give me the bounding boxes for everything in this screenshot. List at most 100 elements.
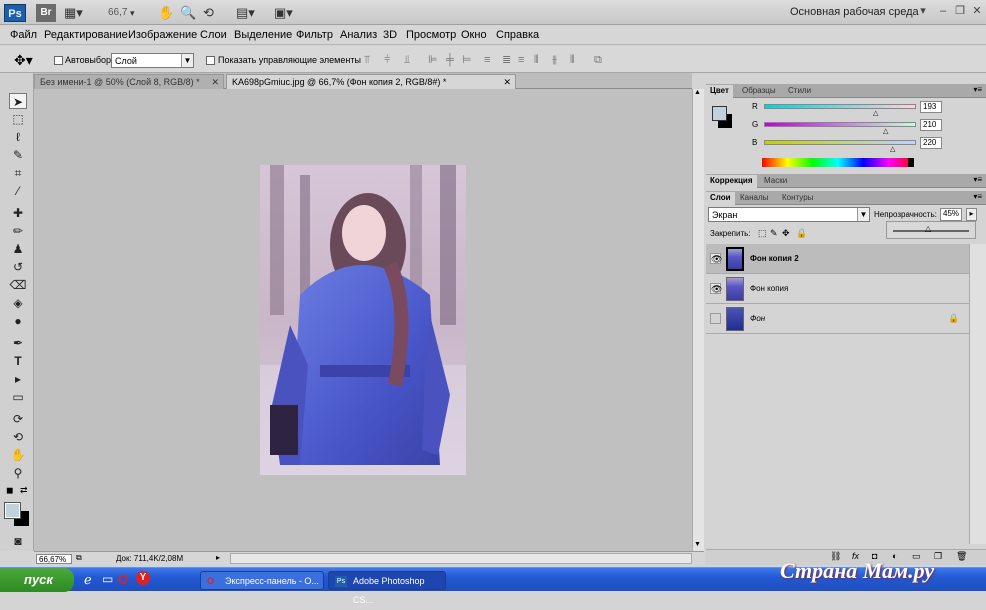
layer-name[interactable]: Фон копия: [750, 284, 788, 293]
start-button[interactable]: пуск: [0, 568, 74, 592]
layer-row[interactable]: Фон 🔒: [706, 304, 969, 334]
scroll-up-icon[interactable]: ▲: [694, 89, 701, 96]
opacity-slider-popup[interactable]: △: [886, 221, 976, 239]
yandex-icon[interactable]: Y: [136, 571, 150, 585]
r-slider-handle[interactable]: △: [873, 109, 878, 117]
workspace-dropdown-icon[interactable]: ▾: [916, 5, 930, 18]
b-slider-handle[interactable]: △: [890, 145, 895, 153]
menu-help[interactable]: Справка: [496, 29, 539, 41]
menu-edit[interactable]: Редактирование: [44, 29, 128, 41]
tab-paths[interactable]: Контуры: [778, 192, 817, 205]
align-right-icon[interactable]: ⊨: [462, 54, 475, 66]
tab-channels[interactable]: Каналы: [736, 192, 772, 205]
distribute-top-icon[interactable]: ≡: [484, 54, 497, 66]
tab-layers[interactable]: Слои: [706, 192, 735, 205]
menu-view[interactable]: Просмотр: [406, 29, 456, 41]
close-button[interactable]: ✕: [970, 5, 984, 18]
layer-name[interactable]: Фон: [750, 314, 765, 323]
layer-row[interactable]: 👁 Фон копия 2: [706, 244, 969, 274]
distribute-right-icon[interactable]: ⫴: [570, 54, 583, 66]
autoselect-checkbox[interactable]: [54, 56, 63, 65]
workspace-switcher[interactable]: Основная рабочая среда: [790, 6, 919, 18]
show-controls-checkbox[interactable]: [206, 56, 215, 65]
menu-analysis[interactable]: Анализ: [340, 29, 377, 41]
b-value[interactable]: 220: [920, 137, 942, 149]
paint-bucket-tool-icon[interactable]: ◈: [9, 295, 27, 311]
taskbar-item-photoshop[interactable]: Ps Adobe Photoshop CS...: [328, 571, 446, 605]
tab-swatches[interactable]: Образцы: [738, 85, 780, 98]
color-ramp-black[interactable]: [908, 158, 914, 167]
status-info-icon[interactable]: ⧉: [76, 553, 82, 563]
zoom-tool-icon[interactable]: 🔍: [180, 5, 196, 21]
lock-all-icon[interactable]: 🔒: [796, 228, 807, 239]
crop-tool-icon[interactable]: ⌗: [9, 165, 27, 181]
burn-tool-icon[interactable]: ●: [9, 313, 27, 329]
menu-select[interactable]: Выделение: [234, 29, 292, 41]
close-icon[interactable]: ✕: [211, 75, 219, 89]
pen-tool-icon[interactable]: ✒: [9, 335, 27, 351]
zoom-dropdown-icon[interactable]: ▾: [130, 5, 135, 21]
rotate-view-icon[interactable]: ⟲: [203, 5, 214, 21]
r-value[interactable]: 193: [920, 101, 942, 113]
eye-icon[interactable]: 👁: [710, 283, 722, 294]
default-colors-icon[interactable]: ◼: [6, 485, 13, 496]
document-photo[interactable]: [260, 165, 466, 475]
bridge-button[interactable]: Br: [36, 4, 56, 22]
healing-brush-tool-icon[interactable]: ✚: [9, 205, 27, 221]
eyedropper-tool-icon[interactable]: ⁄: [9, 183, 27, 199]
opera-icon[interactable]: O: [118, 572, 128, 587]
menu-image[interactable]: Изображение: [128, 29, 197, 41]
delete-layer-icon[interactable]: 🗑: [956, 551, 967, 562]
lock-pixels-icon[interactable]: ✎: [770, 228, 778, 239]
path-selection-tool-icon[interactable]: ▸: [9, 371, 27, 387]
hand-tool-icon[interactable]: ✋: [9, 447, 27, 463]
status-menu-icon[interactable]: ▸: [216, 553, 220, 562]
menu-3d[interactable]: 3D: [383, 29, 397, 41]
auto-align-icon[interactable]: ⧉: [594, 54, 607, 66]
autoselect-select[interactable]: Слой ▼: [111, 53, 194, 68]
distribute-left-icon[interactable]: ⫴: [534, 54, 547, 66]
rectangle-tool-icon[interactable]: ▭: [9, 389, 27, 405]
eraser-tool-icon[interactable]: ⌫: [9, 277, 27, 293]
ie-icon[interactable]: ℯ: [84, 572, 92, 588]
lock-position-icon[interactable]: ✥: [782, 228, 790, 239]
fg-swatch[interactable]: [712, 106, 727, 121]
marquee-tool-icon[interactable]: ⬚: [9, 111, 27, 127]
minimize-button[interactable]: –: [936, 5, 950, 18]
foreground-color-swatch[interactable]: [4, 502, 21, 519]
align-vcenter-icon[interactable]: ⫩: [384, 54, 397, 66]
arrange-documents-icon[interactable]: ▤▾: [236, 5, 255, 21]
panel-menu-icon[interactable]: ▾≡: [973, 85, 982, 94]
color-ramp[interactable]: [762, 158, 914, 167]
zoom-level[interactable]: 66,7: [108, 5, 127, 21]
tab-color[interactable]: Цвет: [706, 85, 733, 98]
opacity-arrow-icon[interactable]: ▸: [966, 208, 977, 221]
vertical-scrollbar[interactable]: ▲ ▼: [692, 89, 704, 551]
scroll-down-icon[interactable]: ▼: [694, 541, 701, 548]
g-value[interactable]: 210: [920, 119, 942, 131]
align-hcenter-icon[interactable]: ╪: [446, 54, 459, 66]
tab-styles[interactable]: Стили: [784, 85, 815, 98]
align-left-icon[interactable]: ⊫: [428, 54, 441, 66]
distribute-bottom-icon[interactable]: ≡: [518, 54, 531, 66]
view-extras-icon[interactable]: ▦▾: [64, 5, 83, 21]
layers-scrollbar[interactable]: [969, 244, 986, 544]
align-top-icon[interactable]: ⫪: [364, 54, 377, 66]
tab-masks[interactable]: Маски: [760, 175, 791, 188]
align-bottom-icon[interactable]: ⫫: [404, 54, 417, 66]
type-tool-icon[interactable]: T: [9, 353, 27, 369]
lock-transparency-icon[interactable]: ⬚: [758, 228, 767, 239]
taskbar-item-opera[interactable]: O Экспресс-панель - О...: [200, 571, 324, 590]
quick-mask-icon[interactable]: ◙: [9, 533, 27, 549]
eye-icon[interactable]: 👁: [710, 253, 722, 264]
g-slider[interactable]: [764, 122, 916, 127]
swap-colors-icon[interactable]: ⇄: [20, 485, 28, 496]
layer-name[interactable]: Фон копия 2: [750, 254, 799, 263]
tab-untitled-1[interactable]: Без имени-1 @ 50% (Слой 8, RGB/8) * ✕: [34, 74, 224, 89]
r-slider[interactable]: [764, 104, 916, 109]
show-desktop-icon[interactable]: ▭: [102, 572, 113, 586]
menu-file[interactable]: Файл: [10, 29, 37, 41]
layer-row[interactable]: 👁 Фон копия: [706, 274, 969, 304]
clone-stamp-tool-icon[interactable]: ♟: [9, 241, 27, 257]
status-zoom[interactable]: 66,67%: [36, 554, 72, 564]
